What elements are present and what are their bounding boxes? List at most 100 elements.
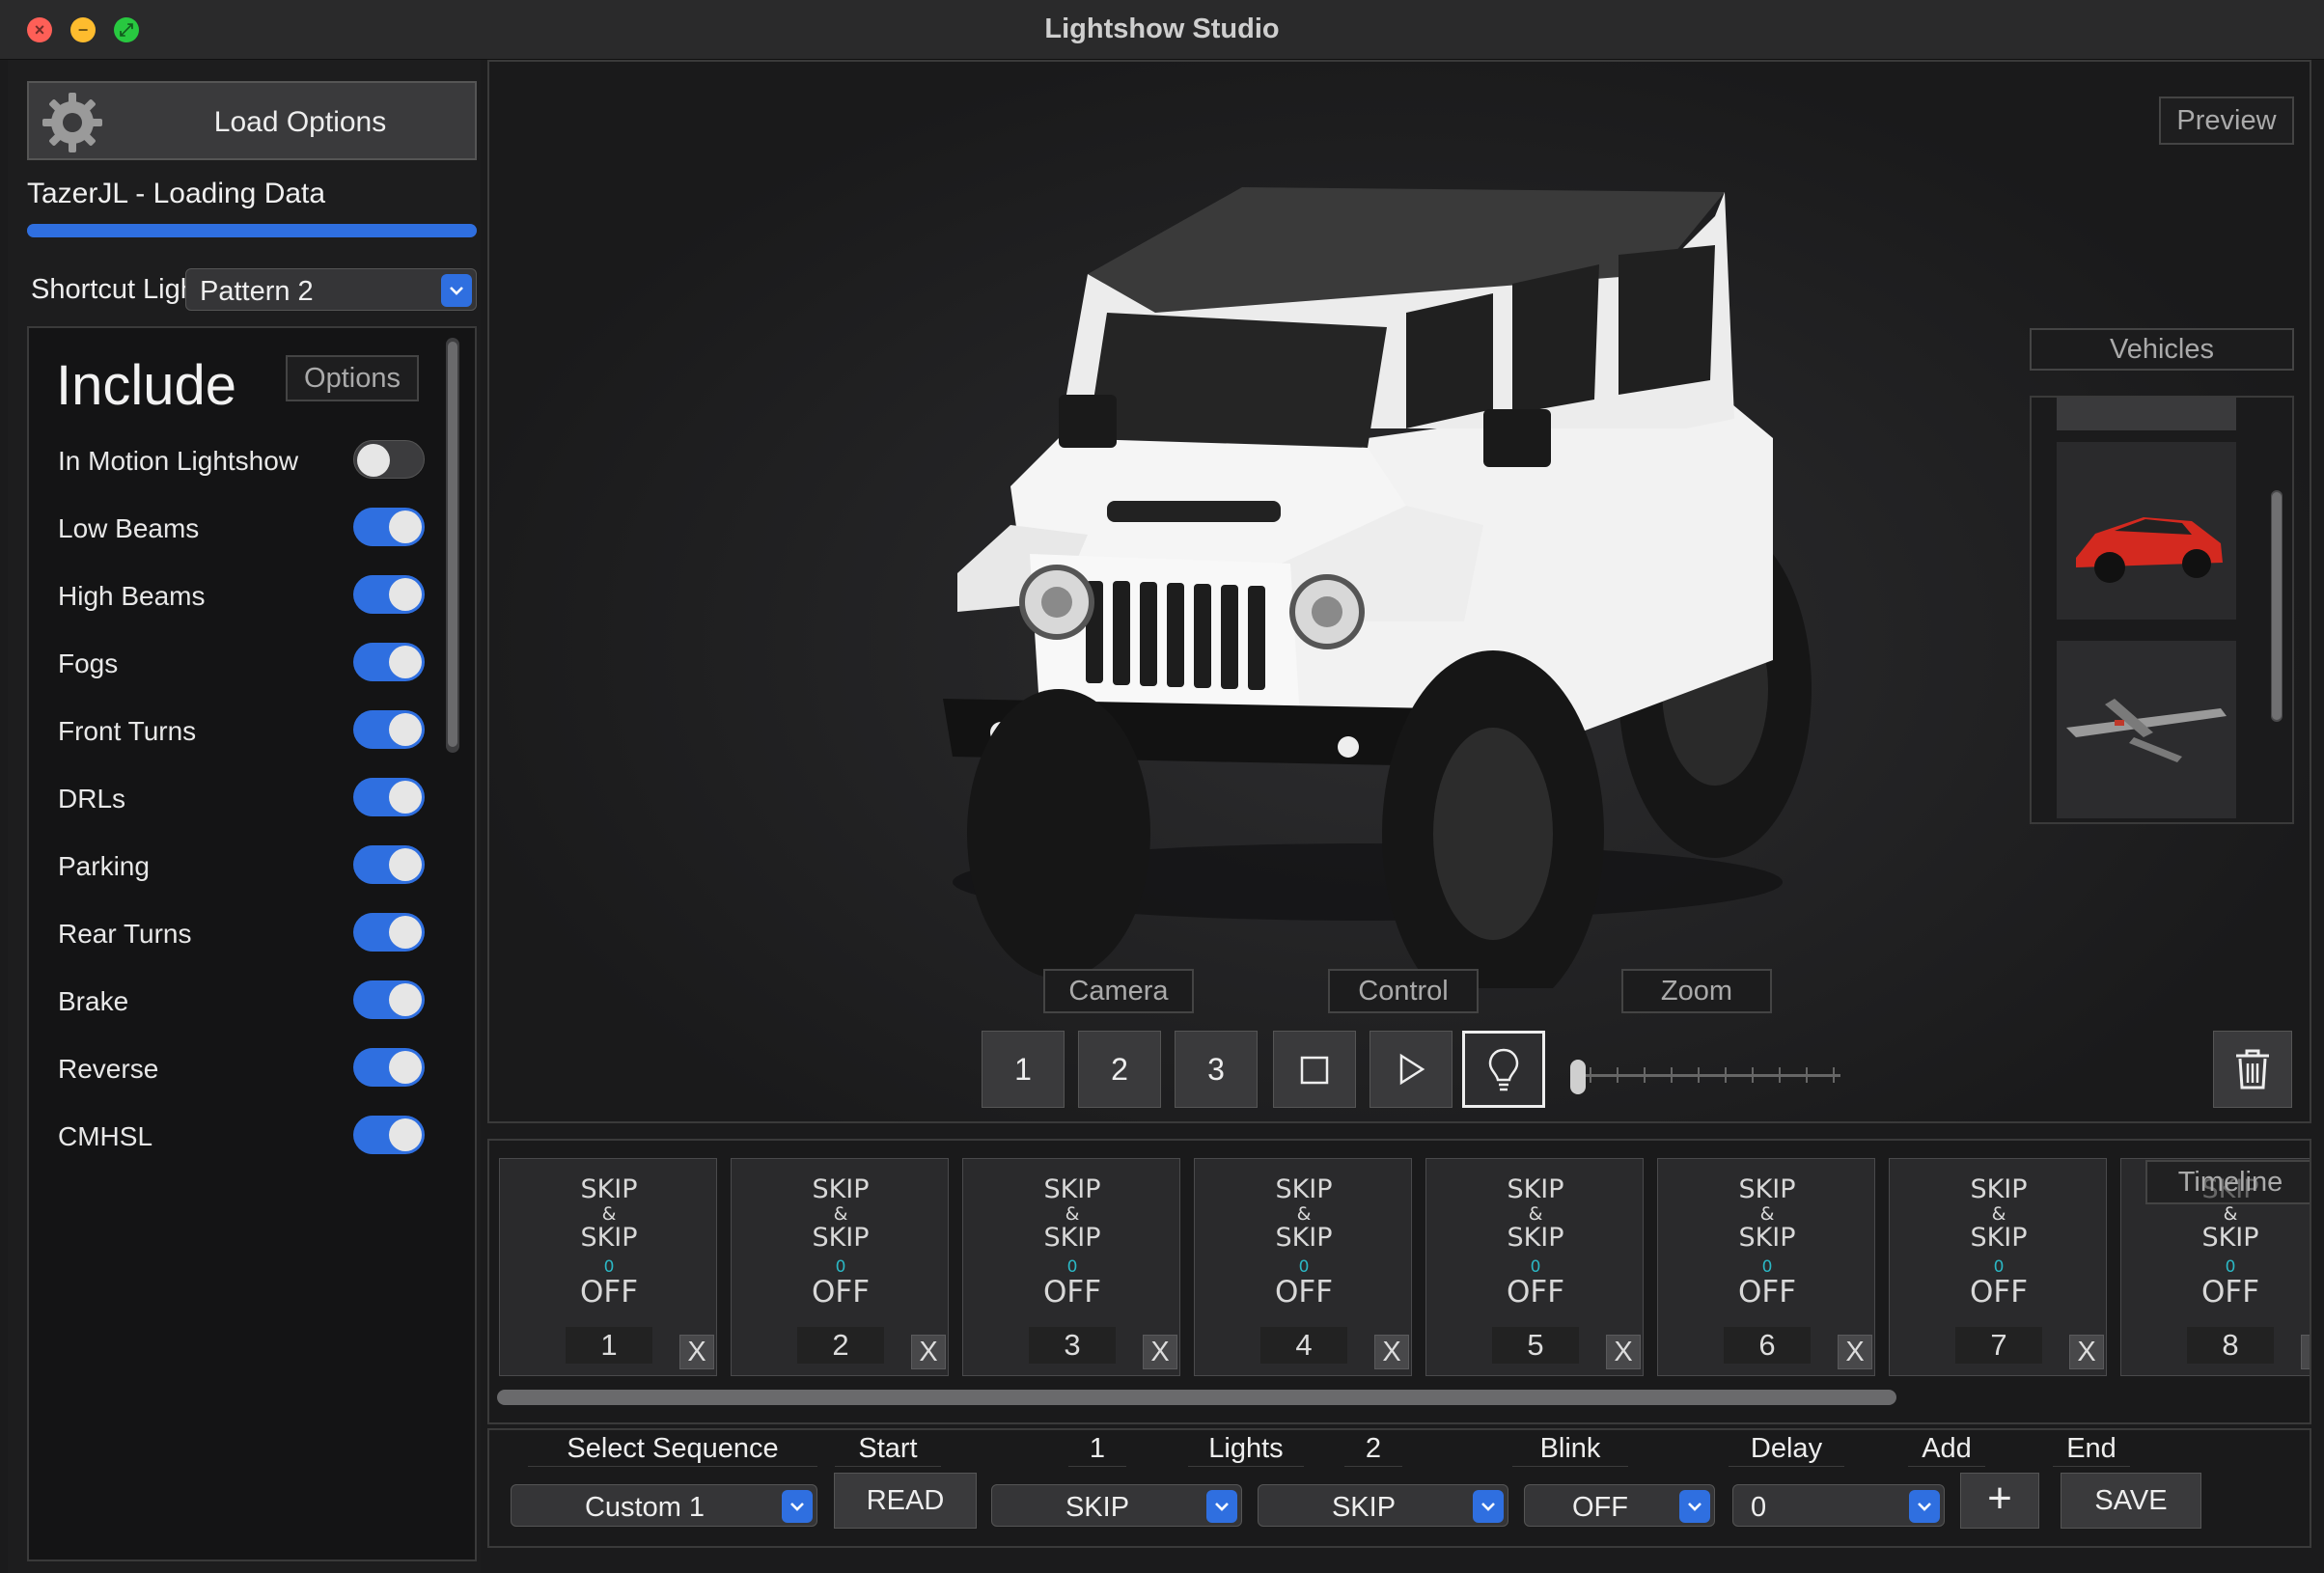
vehicle-viewport[interactable]: Preview Vehicles Camera Control Zoom 1 2…: [487, 60, 2311, 1123]
include-toggle-row: Rear Turns: [58, 909, 425, 957]
include-toggle-row: Front Turns: [58, 706, 425, 755]
toggle-switch[interactable]: [353, 575, 425, 614]
toggle-switch[interactable]: [353, 1116, 425, 1154]
lights-1-select[interactable]: SKIP: [991, 1484, 1242, 1527]
delay-label: Delay: [1729, 1430, 1844, 1467]
chevron-down-icon: [1473, 1490, 1504, 1523]
timeline-step-card[interactable]: SKIP & SKIP 0 OFF 7 X: [1889, 1158, 2107, 1376]
load-options-button[interactable]: Load Options: [27, 81, 477, 160]
timeline-panel[interactable]: Timeline SKIP & SKIP 0 OFF 1 X SKIP & SKIP 0 OFF 2 X S…: [487, 1139, 2311, 1424]
step-delay: 0: [835, 1257, 846, 1277]
timeline-label: Timeline: [2145, 1160, 2310, 1204]
timeline-step-card[interactable]: SKIP & SKIP 0 OFF 1 X: [499, 1158, 717, 1376]
step-number: 6: [1724, 1327, 1811, 1364]
zoom-slider[interactable]: [1570, 1060, 1840, 1094]
zoom-label: Zoom: [1621, 969, 1772, 1013]
toggle-label: Rear Turns: [58, 919, 192, 949]
include-options-button[interactable]: Options: [286, 355, 419, 401]
remove-step-button[interactable]: X: [911, 1335, 946, 1369]
toggle-switch[interactable]: [353, 778, 425, 816]
toggle-switch[interactable]: [353, 710, 425, 749]
include-panel: Include Options In Motion Lightshow Low B…: [27, 326, 477, 1561]
include-scrollbar-thumb[interactable]: [448, 342, 457, 747]
light-bulb-icon: [1488, 1048, 1519, 1091]
camera-3-button[interactable]: 3: [1175, 1031, 1258, 1108]
step-delay: 0: [2225, 1257, 2236, 1277]
timeline-step-card[interactable]: SKIP & SKIP 0 OFF 3 X: [962, 1158, 1180, 1376]
blink-select[interactable]: OFF: [1524, 1484, 1715, 1527]
step-top-light: SKIP: [1043, 1174, 1101, 1204]
window-title: Lightshow Studio: [1044, 14, 1280, 44]
stop-button[interactable]: [1273, 1031, 1356, 1108]
step-bottom-light: SKIP: [1507, 1223, 1564, 1253]
save-button[interactable]: SAVE: [2061, 1473, 2201, 1529]
lights-2-select[interactable]: SKIP: [1258, 1484, 1508, 1527]
shortcut-lightshow-select[interactable]: Pattern 2: [185, 268, 477, 311]
step-blink: OFF: [1042, 1275, 1102, 1310]
remove-step-button[interactable]: X: [2301, 1335, 2310, 1369]
vehicles-scrollbar[interactable]: [2271, 490, 2282, 722]
red-car-image: [2057, 442, 2236, 620]
camera-2-button[interactable]: 2: [1078, 1031, 1161, 1108]
step-top-light: SKIP: [812, 1174, 870, 1204]
sequence-select[interactable]: Custom 1: [511, 1484, 817, 1527]
vehicle-thumbnail[interactable]: [2057, 442, 2236, 620]
timeline-step-card[interactable]: SKIP & SKIP 0 OFF 2 X: [731, 1158, 949, 1376]
start-label: Start: [835, 1430, 941, 1467]
vehicles-list[interactable]: [2030, 396, 2294, 824]
remove-step-button[interactable]: X: [679, 1335, 714, 1369]
toggle-switch[interactable]: [353, 508, 425, 546]
include-title: Include: [56, 354, 237, 417]
add-step-button[interactable]: +: [1960, 1473, 2039, 1529]
timeline-step-card[interactable]: SKIP & SKIP 0 OFF 5 X: [1425, 1158, 1644, 1376]
camera-1-button[interactable]: 1: [982, 1031, 1065, 1108]
include-toggle-row: DRLs: [58, 774, 425, 822]
step-delay: 0: [1530, 1257, 1541, 1277]
timeline-step-card[interactable]: SKIP & SKIP 0 OFF 6 X: [1657, 1158, 1875, 1376]
lights-toggle-button[interactable]: [1462, 1031, 1545, 1108]
lights-2-select-value: SKIP: [1331, 1492, 1397, 1523]
read-button[interactable]: READ: [834, 1473, 977, 1529]
remove-step-button[interactable]: X: [1838, 1335, 1872, 1369]
zoom-tick: [1752, 1067, 1754, 1083]
toggle-switch[interactable]: [353, 643, 425, 681]
toggle-switch[interactable]: [353, 440, 425, 479]
toggle-label: Reverse: [58, 1054, 159, 1084]
zoom-slider-knob[interactable]: [1570, 1060, 1586, 1094]
loading-progress-fill: [27, 224, 477, 237]
shortcut-lightshow-value: Pattern 2: [200, 276, 314, 307]
zoom-tick: [1725, 1067, 1727, 1083]
include-toggle-row: Brake: [58, 977, 425, 1025]
toggle-switch[interactable]: [353, 845, 425, 884]
delay-select[interactable]: 0: [1732, 1484, 1945, 1527]
step-ampersand: &: [1759, 1203, 1775, 1225]
remove-step-button[interactable]: X: [2069, 1335, 2104, 1369]
step-number: 1: [566, 1327, 652, 1364]
toggle-label: Parking: [58, 851, 150, 881]
toggle-switch[interactable]: [353, 913, 425, 952]
toggle-label: Front Turns: [58, 716, 197, 746]
include-scrollbar[interactable]: [446, 338, 459, 753]
play-button[interactable]: [1370, 1031, 1452, 1108]
remove-step-button[interactable]: X: [1143, 1335, 1177, 1369]
preview-button[interactable]: Preview: [2159, 97, 2294, 145]
delay-select-value: 0: [1751, 1492, 1767, 1523]
zoom-tick: [1617, 1067, 1618, 1083]
lights-2-label: 2: [1344, 1430, 1402, 1467]
remove-step-button[interactable]: X: [1606, 1335, 1641, 1369]
toggle-switch[interactable]: [353, 1048, 425, 1087]
remove-step-button[interactable]: X: [1374, 1335, 1409, 1369]
zoom-tick: [1806, 1067, 1808, 1083]
delete-button[interactable]: [2213, 1031, 2292, 1108]
loading-status-text: TazerJL - Loading Data: [27, 178, 326, 209]
vehicle-thumbnail[interactable]: [2057, 641, 2236, 818]
timeline-step-card[interactable]: SKIP & SKIP 0 OFF 4 X: [1194, 1158, 1412, 1376]
step-ampersand: &: [1296, 1203, 1312, 1225]
vehicles-scrollbar-thumb[interactable]: [2272, 492, 2282, 720]
vehicle-thumbnail[interactable]: [2057, 398, 2236, 430]
toggle-knob: [389, 511, 422, 543]
timeline-scrollbar[interactable]: [497, 1390, 1896, 1405]
step-bottom-light: SKIP: [1043, 1223, 1101, 1253]
toggle-switch[interactable]: [353, 980, 425, 1019]
step-delay: 0: [603, 1257, 615, 1277]
